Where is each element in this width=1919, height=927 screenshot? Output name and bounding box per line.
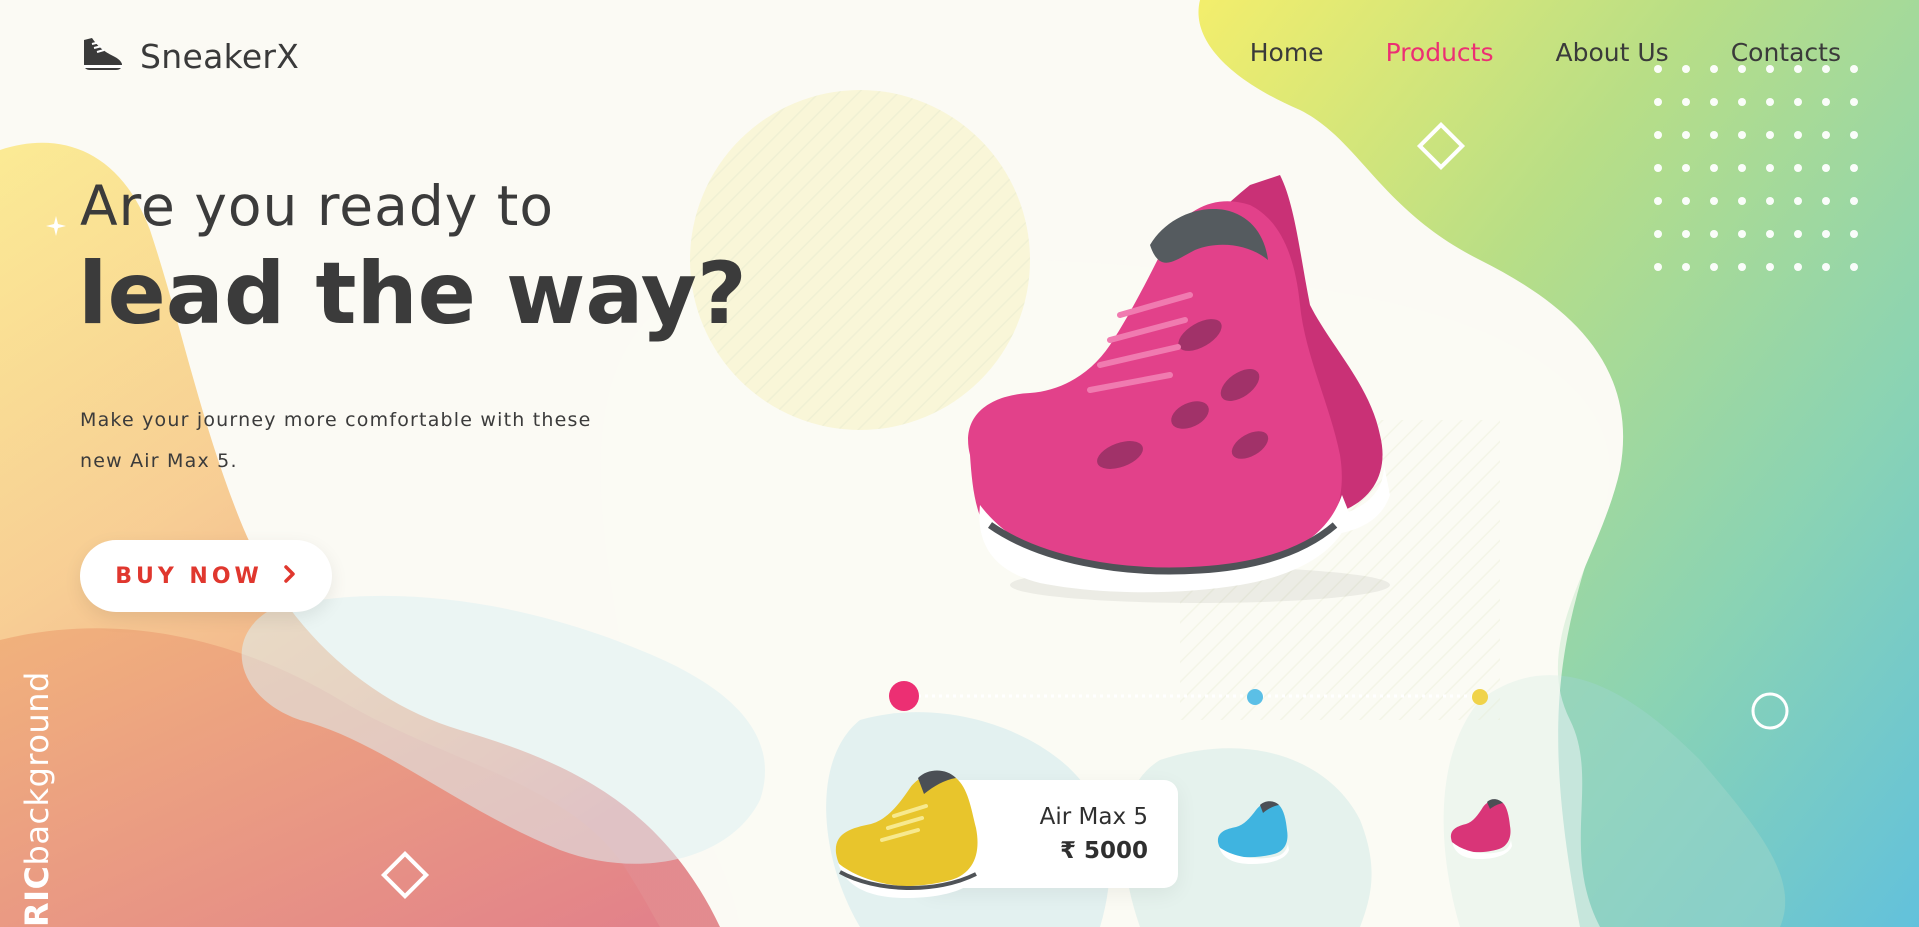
- nav-item-contacts[interactable]: Contacts: [1731, 38, 1841, 67]
- main-nav: Home Products About Us Contacts: [1250, 38, 1841, 67]
- thumbnail-pink-sneaker[interactable]: [1447, 796, 1513, 866]
- side-text-bold: RIC: [18, 865, 56, 927]
- thumbnail-yellow-sneaker[interactable]: [826, 758, 986, 908]
- side-text-rest: background: [18, 671, 56, 866]
- main-product-image: [968, 175, 1390, 603]
- carousel-dot-blue[interactable]: [1246, 688, 1264, 710]
- buy-now-button[interactable]: BUY NOW: [80, 540, 332, 612]
- nav-item-home[interactable]: Home: [1250, 38, 1324, 67]
- thumbnail-blue-sneaker[interactable]: [1214, 796, 1290, 870]
- side-vertical-text: RICbackground: [18, 671, 56, 927]
- product-name: Air Max 5: [1039, 804, 1148, 830]
- hero-heading-line1: Are you ready to: [80, 174, 554, 238]
- product-price: ₹ 5000: [1059, 838, 1148, 864]
- sneaker-icon: [80, 34, 124, 78]
- hero-subtitle: Make your journey more comfortable with …: [80, 400, 640, 482]
- brand-name: SneakerX: [140, 36, 300, 76]
- brand-logo[interactable]: SneakerX: [80, 34, 299, 78]
- carousel-dot-pink[interactable]: [888, 680, 920, 716]
- nav-item-about-us[interactable]: About Us: [1556, 38, 1669, 67]
- nav-item-products[interactable]: Products: [1386, 38, 1494, 67]
- hero-subtitle-line1: Make your journey more comfortable with …: [80, 409, 592, 431]
- chevron-right-icon: [283, 564, 297, 588]
- hero-heading-line2: lead the way?: [78, 244, 747, 344]
- buy-now-label: BUY NOW: [115, 563, 263, 589]
- hero-subtitle-line2: new Air Max 5.: [80, 450, 238, 472]
- carousel-dot-yellow[interactable]: [1471, 688, 1489, 710]
